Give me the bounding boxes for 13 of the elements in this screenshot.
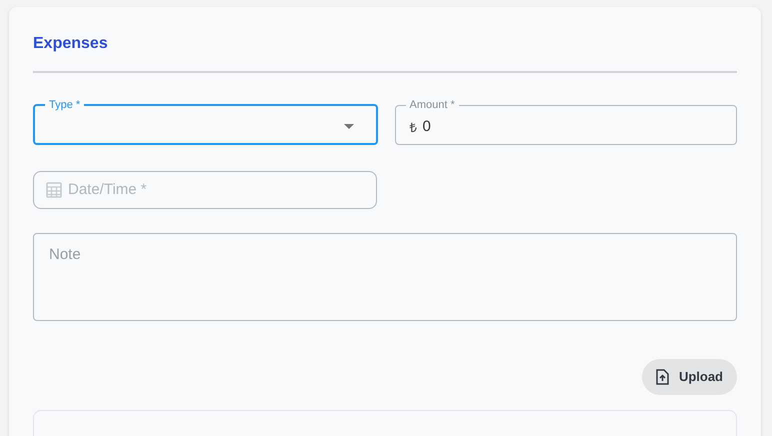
note-field[interactable]: Note (33, 233, 737, 321)
card-title: Expenses (33, 34, 109, 54)
currency-symbol: ₺ (410, 118, 416, 137)
field-label: Type * (48, 99, 82, 111)
field-label: Amount * (408, 99, 456, 111)
calendar-icon (46, 182, 62, 198)
date-input[interactable]: Date/Time * (68, 178, 348, 202)
upload-button[interactable]: Upload (642, 359, 737, 395)
amount-field[interactable]: Amount * ₺ 0 (394, 99, 737, 145)
file-upload-icon (656, 369, 669, 385)
amount-value: 0 (422, 117, 431, 138)
dropdown-caret-icon (344, 124, 354, 128)
date-field[interactable]: Date/Time * (33, 171, 377, 209)
